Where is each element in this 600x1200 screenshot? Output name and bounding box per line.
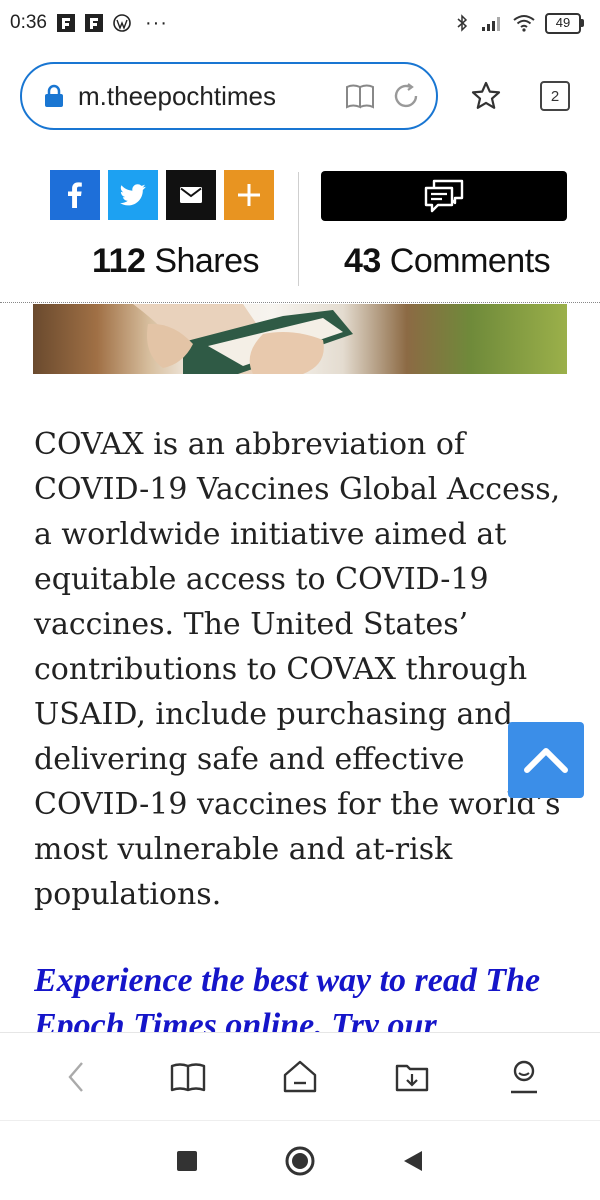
star-icon[interactable] [468,78,504,114]
twitter-share-button[interactable] [108,170,158,220]
browser-toolbar: m.theepochtimes 2 [20,62,580,130]
browser-bottom-nav [0,1032,600,1120]
share-area: 112 Shares 43 Comments [0,170,600,302]
home-icon[interactable] [278,1055,322,1099]
reload-icon[interactable] [390,80,422,112]
article-image-art [133,304,353,374]
share-divider [298,172,299,286]
scroll-to-top-button[interactable] [508,722,584,798]
flipboard-icon [56,14,75,32]
more-dots-icon: ··· [144,11,168,34]
battery-level: 49 [545,12,581,34]
url-text[interactable]: m.theepochtimes [78,81,330,112]
status-time: 0:36 [10,12,47,33]
subscribe-promo-link[interactable]: Experience the best way to read The Epoc… [34,958,584,1032]
comment-count-line: 43 Comments [344,242,551,281]
dotted-separator [0,302,600,303]
share-count-line: 112 Shares [92,242,260,281]
downloads-icon[interactable] [390,1055,434,1099]
wifi-icon [513,15,535,32]
email-share-button[interactable] [166,170,216,220]
status-right: 49 [453,12,584,34]
address-bar[interactable]: m.theepochtimes [20,62,438,130]
article-paragraph: COVAX is an abbreviation of COVID-19 Vac… [34,427,561,912]
plus-icon [238,184,260,206]
chevron-up-icon [524,748,568,773]
share-count: 112 [92,242,146,280]
article-image [33,304,567,374]
twitter-icon [120,184,146,206]
reader-mode-icon[interactable] [344,80,376,112]
more-share-button[interactable] [224,170,274,220]
facebook-share-button[interactable] [50,170,100,220]
tab-count: 2 [550,87,560,105]
bluetooth-icon [457,14,468,32]
lock-icon [45,84,63,107]
status-bar: 0:36 ··· 49 [0,0,600,46]
wordpress-icon [113,14,131,32]
facebook-icon [68,182,82,208]
signal-icon [482,17,500,31]
recents-icon[interactable] [167,1141,207,1181]
profile-icon[interactable] [502,1055,546,1099]
system-nav-bar [0,1120,600,1200]
comments-icon [424,179,464,213]
comment-count: 43 [344,242,381,280]
back-icon[interactable] [54,1055,98,1099]
tabs-icon[interactable]: 2 [540,81,570,111]
home-circle-icon[interactable] [280,1141,320,1181]
battery-tip [581,19,584,27]
email-icon [180,187,202,203]
back-triangle-icon[interactable] [393,1141,433,1181]
bookmarks-icon[interactable] [166,1055,210,1099]
comments-button[interactable] [321,171,567,221]
share-label: Shares [154,242,260,280]
share-buttons [50,170,274,220]
comment-label: Comments [389,242,551,280]
battery-icon: 49 [545,12,584,34]
flipboard-icon [84,14,103,32]
status-left: 0:36 ··· [10,12,168,35]
